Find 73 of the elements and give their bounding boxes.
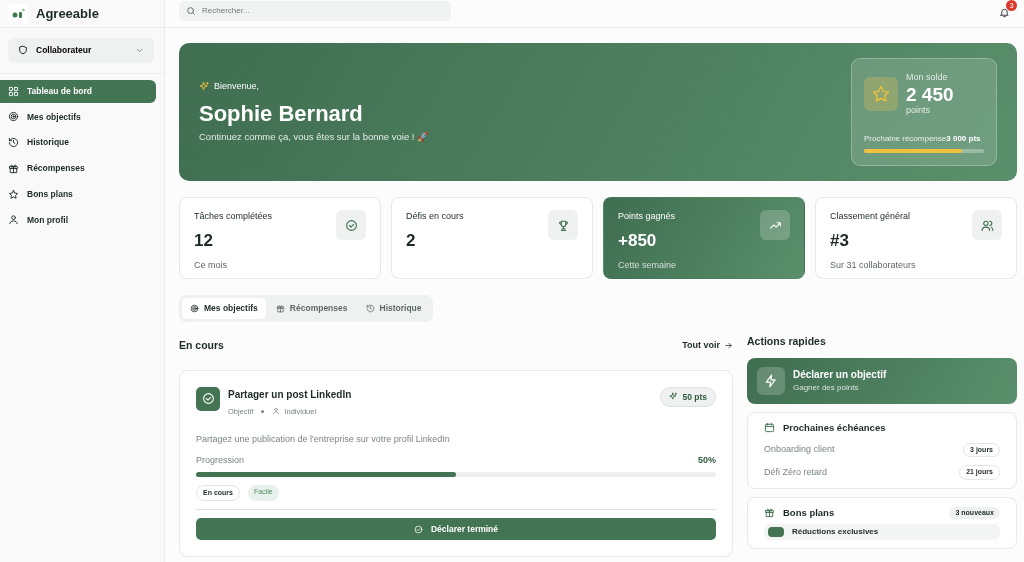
gift-icon: [8, 162, 19, 174]
stat-label: Classement général: [830, 210, 912, 223]
arrow-right-icon: [724, 341, 733, 351]
points-badge: 50 pts: [660, 386, 716, 408]
bell-icon: [999, 6, 1010, 18]
stat-note: Cette semaine: [618, 259, 677, 272]
deadline-label: Onboarding client: [764, 443, 835, 457]
progress-label: Progression: [196, 454, 245, 468]
sparkles-icon: [199, 80, 210, 92]
declare-objective-button[interactable]: Déclarer un objectif Gagner des points: [747, 357, 1017, 404]
sparkles-icon: [669, 392, 679, 402]
deadline-label: Défi Zéro retard: [764, 465, 828, 479]
sidebar-item[interactable]: Mon profil: [0, 208, 156, 232]
next-reward-value: 3 000 pts: [946, 133, 981, 145]
balance-label: Mon solde: [906, 71, 949, 84]
user-icon: [8, 214, 19, 226]
lightning-icon: [764, 373, 778, 388]
card-title: Bons plans: [783, 505, 835, 520]
gift-icon: [275, 303, 285, 313]
target-icon: [190, 303, 199, 313]
section-title: Actions rapides: [747, 333, 827, 349]
stat-note: Sur 31 collaborateurs: [830, 259, 916, 272]
history-icon: [8, 137, 19, 149]
check-circle-icon: [344, 218, 358, 232]
tab[interactable]: Mes objectifs: [182, 298, 266, 319]
search-field[interactable]: Rechercher...: [179, 0, 451, 21]
deal-icon: [768, 527, 784, 537]
history-icon: [365, 303, 375, 313]
balance-value: 2 450: [906, 84, 954, 104]
stat-label: Points gagnés: [618, 210, 677, 223]
see-all-link[interactable]: Tout voir: [682, 338, 733, 353]
sidebar-item[interactable]: Bons plans: [0, 182, 156, 206]
grid-icon: [8, 85, 19, 97]
card-title: Prochaines échéances: [783, 420, 886, 435]
objective-description: Partagez une publication de l'entreprise sur votre profil LinkedIn: [196, 432, 451, 446]
sidebar-item[interactable]: Tableau de bord: [0, 79, 156, 103]
gift-icon: [764, 507, 775, 519]
user-name: Sophie Bernard: [199, 100, 364, 129]
check-circle-icon: [413, 524, 423, 534]
balance-unit: points: [906, 103, 932, 117]
stat-value: #3: [830, 229, 850, 252]
objective-title: Partager un post LinkedIn: [228, 387, 352, 402]
tab[interactable]: Historique: [357, 298, 430, 319]
stat-note: Ce mois: [194, 259, 228, 272]
calendar-icon: [764, 422, 775, 434]
stat-value: 2: [406, 229, 417, 252]
sidebar-item[interactable]: Historique: [0, 131, 156, 154]
users-icon: [980, 218, 994, 232]
trophy-icon: [556, 218, 570, 232]
section-title: En cours: [179, 337, 224, 353]
user-icon: [272, 407, 281, 416]
declare-done-button[interactable]: Déclarer terminé: [196, 518, 716, 541]
stat-value: +850: [618, 229, 658, 252]
stat-value: 12: [194, 229, 214, 252]
stat-label: Tâches complétées: [194, 210, 273, 223]
target-icon: [8, 111, 19, 123]
progress-value: 50%: [698, 454, 716, 468]
greeting: Bienvenue,: [214, 79, 260, 93]
tab[interactable]: Récompenses: [267, 298, 356, 319]
sidebar-item[interactable]: Récompenses: [0, 157, 156, 180]
role-dropdown[interactable]: Collaborateur: [8, 38, 154, 63]
next-reward-label: Prochaine récompense: [864, 133, 947, 145]
shield-icon: [18, 45, 28, 56]
star-icon: [871, 84, 891, 104]
separator-dot: [261, 409, 265, 413]
star-icon: [8, 188, 19, 200]
app-name: Agreeable: [36, 4, 99, 23]
sidebar-item[interactable]: Mes objectifs: [0, 105, 156, 129]
deal-item[interactable]: Réductions exclusives: [764, 524, 1000, 540]
welcome-message: Continuez comme ça, vous êtes sur la bonne voie ! 🚀: [199, 130, 430, 145]
deal-title: Réductions exclusives: [792, 526, 879, 538]
stat-label: Défis en cours: [406, 210, 464, 223]
check-circle-icon: [201, 392, 215, 405]
